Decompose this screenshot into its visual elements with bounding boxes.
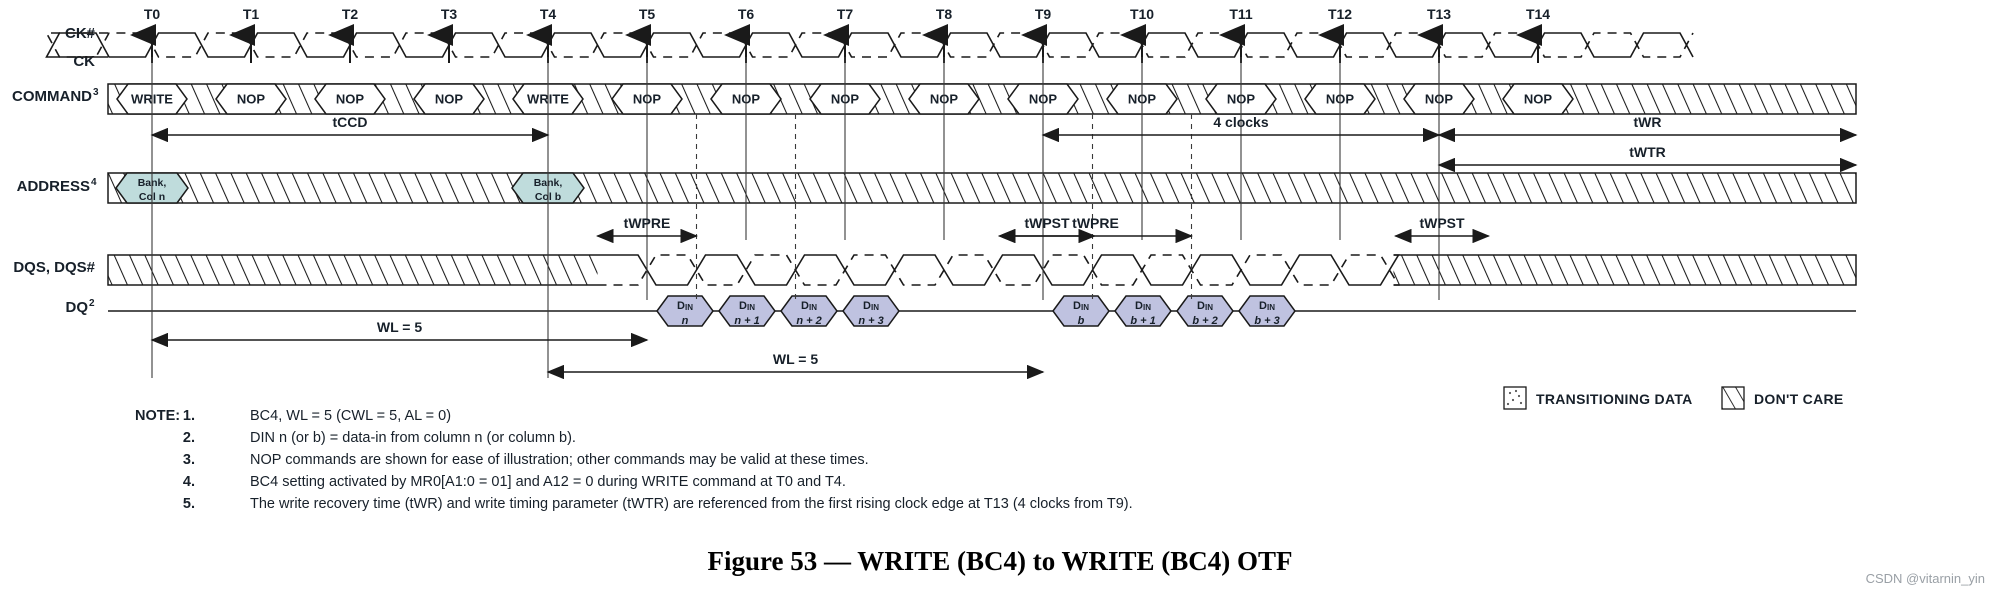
clock-tick-t8: T8 (936, 6, 953, 22)
wl-2-label: WL = 5 (773, 351, 818, 367)
dq-cell-index: n + 2 (796, 315, 821, 327)
dq-cell-index: b (1078, 315, 1085, 327)
twpre-1-label: tWPRE (624, 215, 671, 231)
notes-header: NOTE: (135, 408, 180, 424)
clock-tick-t7: T7 (837, 6, 854, 22)
twtr-label: tWTR (1629, 144, 1666, 160)
command-label-t2: NOP (336, 92, 365, 107)
address-row: Bank,Col nBank,Col b (107, 172, 1857, 204)
note-number: 1. (183, 408, 195, 424)
clock-tick-t11: T11 (1229, 6, 1253, 22)
clock-tick-t4: T4 (540, 6, 557, 22)
legend-label-transitioning-data: TRANSITIONING DATA (1536, 391, 1693, 407)
wl-1-label: WL = 5 (377, 319, 422, 335)
dq-cell-index: b + 3 (1254, 315, 1279, 327)
notes-block: NOTE: 1. BC4, WL = 5 (CWL = 5, AL = 0) 2. DI… (135, 408, 1133, 512)
tccd-label: tCCD (333, 114, 368, 130)
dq-cell-index: n + 3 (858, 315, 883, 327)
signal-label-dqs: DQS, DQS# (13, 259, 95, 276)
figure-sheet: CK# CK COMMAND 3 ADDRESS 4 DQS, DQS# DQ … (0, 0, 2000, 594)
timing-diagram: CK# CK COMMAND 3 ADDRESS 4 DQS, DQS# DQ … (12, 6, 1985, 586)
note-number: 4. (183, 474, 195, 490)
twpst-1-label: tWPST (1024, 215, 1070, 231)
dq-cell-index: n (682, 315, 689, 327)
dq-cell-index: n + 1 (734, 315, 759, 327)
note-number: 2. (183, 430, 195, 446)
clock-waveform (45, 24, 1694, 63)
command-label-t3: NOP (435, 92, 464, 107)
clock-tick-t9: T9 (1035, 6, 1052, 22)
note-text: BC4 setting activated by MR0[A1:0 = 01] … (250, 474, 846, 490)
legend-label-dont-care: DON'T CARE (1754, 391, 1844, 407)
four-clocks-label: 4 clocks (1213, 114, 1268, 130)
signal-label-address: ADDRESS (17, 178, 90, 195)
address-dont-care-band (107, 172, 1857, 204)
watermark: CSDN @vitarnin_yin (1866, 571, 1985, 586)
command-row: WRITE NOP NOP NOP WRITE NOP NOP NOP NOP NOP NOP NOP… (107, 83, 1857, 115)
note-text: DIN n (or b) = data-in from column n (or… (250, 430, 576, 446)
signal-label-ck: CK (73, 53, 95, 70)
clock-tick-labels: T0 T1 T2 T3 T4 T5 T6 T7 T8 T9 T10 T11 T12 T13 T14 (144, 6, 1550, 22)
dq-cell-index: b + 1 (1130, 315, 1155, 327)
note-text: NOP commands are shown for ease of illus… (250, 452, 869, 468)
clock-tick-t3: T3 (441, 6, 458, 22)
twpst-2-label: tWPST (1419, 215, 1465, 231)
clock-tick-t1: T1 (243, 6, 260, 22)
dqs-row (107, 254, 1857, 286)
signal-label-command: COMMAND (12, 88, 92, 105)
clock-tick-t12: T12 (1328, 6, 1352, 22)
signal-label-command-sup: 3 (93, 87, 99, 98)
timing-measurements: tCCD 4 clocks tWRtWTRtWPRE tWPST tWPRE tWPSTW… (150, 114, 1858, 380)
clock-tick-t0: T0 (144, 6, 161, 22)
dont-care-swatch (1721, 386, 1745, 410)
clock-tick-t13: T13 (1427, 6, 1451, 22)
note-text: BC4, WL = 5 (CWL = 5, AL = 0) (250, 408, 451, 424)
twr-label: tWR (1634, 114, 1662, 130)
twpre-2-label: tWPRE (1072, 215, 1119, 231)
signal-label-dq-sup: 2 (89, 298, 95, 309)
clock-tick-t10: T10 (1130, 6, 1154, 22)
clock-tick-t2: T2 (342, 6, 359, 22)
dqs-active-window (597, 254, 1394, 286)
figure-caption: Figure 53 — WRITE (BC4) to WRITE (BC4) O… (707, 546, 1292, 576)
command-label-t14: NOP (1524, 92, 1553, 107)
legend: TRANSITIONING DATA DON'T CARE (1503, 386, 1844, 410)
dq-cell-index: b + 2 (1192, 315, 1217, 327)
signal-label-dq: DQ (66, 299, 89, 316)
dq-row: DINnDINn + 1DINn + 2DINn + 3DINbDINb + 1… (108, 295, 1856, 327)
transitioning-data-swatch (1503, 386, 1527, 410)
ck-waveform (45, 32, 1694, 58)
clock-tick-t6: T6 (738, 6, 755, 22)
note-number: 3. (183, 452, 195, 468)
ck-hash-waveform (45, 32, 1694, 58)
note-number: 5. (183, 496, 195, 512)
signal-label-address-sup: 4 (91, 177, 97, 188)
command-label-t1: NOP (237, 92, 266, 107)
clock-tick-t14: T14 (1526, 6, 1550, 22)
clock-tick-t5: T5 (639, 6, 656, 22)
note-text: The write recovery time (tWR) and write … (250, 496, 1133, 512)
